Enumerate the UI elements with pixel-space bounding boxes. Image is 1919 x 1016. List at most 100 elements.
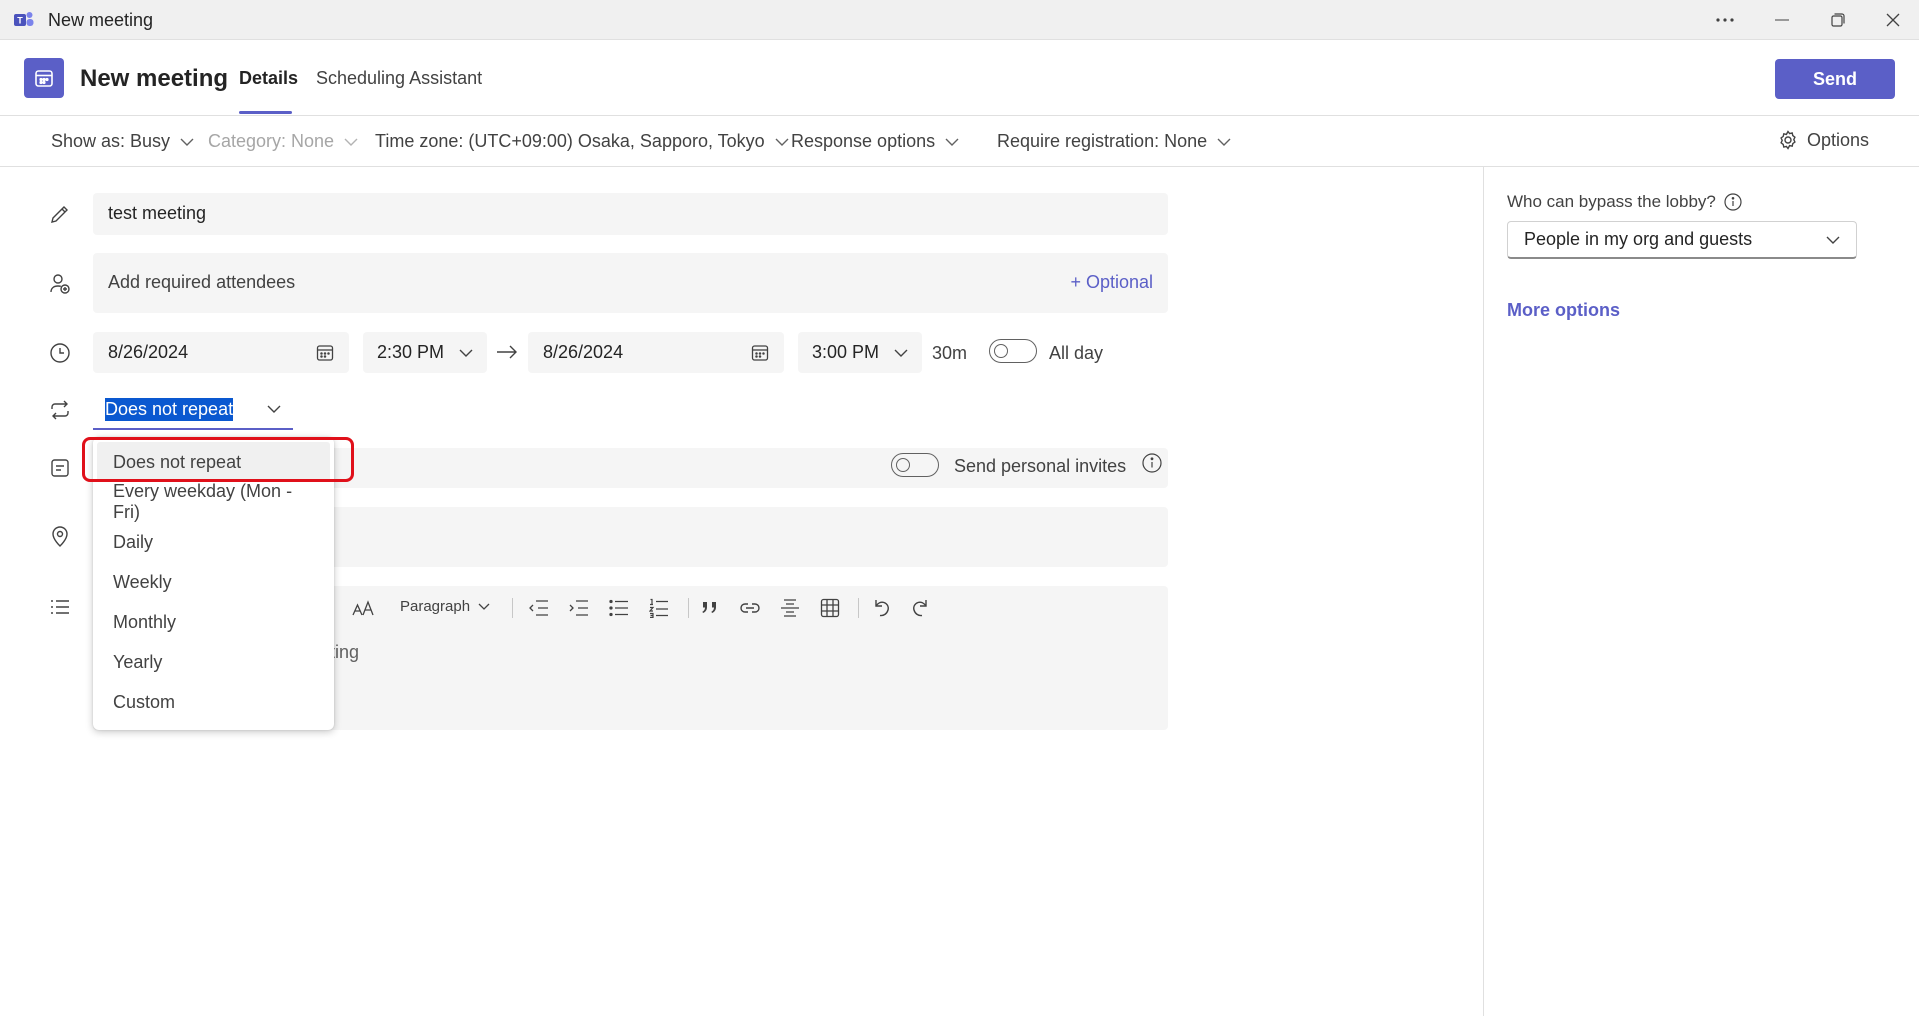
chevron-down-icon (945, 138, 959, 146)
end-time-select[interactable]: 3:00 PM (798, 332, 922, 373)
response-options-label: Response options (791, 131, 936, 151)
lobby-bypass-value: People in my org and guests (1524, 229, 1753, 249)
right-pane-divider (1483, 167, 1484, 1016)
chevron-down-icon (894, 349, 908, 357)
repeat-option-every-weekday[interactable]: Every weekday (Mon - Fri) (93, 481, 334, 522)
show-as-label: Show as: Busy (51, 131, 171, 151)
chevron-down-icon (344, 138, 358, 146)
restore-icon[interactable] (1818, 6, 1858, 34)
font-size-icon[interactable] (352, 596, 376, 620)
repeat-option-custom[interactable]: Custom (93, 682, 334, 722)
outdent-icon[interactable] (527, 596, 551, 620)
duration-label: 30m (932, 343, 968, 363)
svg-text:T: T (17, 16, 23, 26)
title-value: test meeting (108, 203, 207, 223)
lobby-label: Who can bypass the lobby? (1507, 192, 1742, 212)
more-icon[interactable] (1705, 6, 1745, 34)
time-zone-dropdown[interactable]: Time zone: (UTC+09:00) Osaka, Sapporo, T… (375, 131, 789, 152)
calendar-icon[interactable] (316, 344, 334, 362)
numbered-list-icon[interactable] (647, 596, 671, 620)
repeat-select[interactable]: Does not repeat (93, 390, 293, 430)
repeat-icon (48, 398, 72, 422)
chevron-down-icon (267, 405, 281, 413)
repeat-option-daily[interactable]: Daily (93, 522, 334, 562)
end-date-picker[interactable]: 8/26/2024 (528, 332, 784, 373)
horizontal-rule-icon[interactable] (778, 596, 802, 620)
paragraph-style-value: Paragraph (400, 598, 471, 615)
repeat-option-does-not-repeat[interactable]: Does not repeat (97, 442, 330, 482)
personal-invites-toggle[interactable] (891, 453, 939, 477)
all-day-toggle[interactable] (989, 339, 1037, 363)
repeat-option-weekly[interactable]: Weekly (93, 562, 334, 602)
registration-dropdown[interactable]: Require registration: None (997, 131, 1231, 152)
chevron-down-icon (775, 138, 789, 146)
lobby-label-text: Who can bypass the lobby? (1507, 192, 1716, 211)
list-icon (48, 595, 72, 619)
window-titlebar: T New meeting (0, 0, 1919, 40)
info-icon[interactable] (1724, 193, 1742, 211)
attendees-placeholder: Add required attendees (108, 272, 296, 292)
optional-attendees-link[interactable]: + Optional (1070, 272, 1153, 294)
show-as-dropdown[interactable]: Show as: Busy (51, 131, 194, 152)
channel-icon (48, 456, 72, 480)
chevron-down-icon (478, 603, 490, 610)
title-input[interactable]: test meeting (93, 193, 1168, 235)
repeat-option-yearly[interactable]: Yearly (93, 642, 334, 682)
lobby-bypass-select[interactable]: People in my org and guests (1507, 221, 1857, 259)
options-label: Options (1807, 129, 1870, 150)
more-options-link[interactable]: More options (1507, 300, 1620, 321)
end-date-value: 8/26/2024 (543, 342, 624, 362)
time-zone-label: Time zone: (UTC+09:00) Osaka, Sapporo, T… (375, 131, 765, 151)
start-time-value: 2:30 PM (377, 342, 445, 362)
active-tab-indicator (239, 111, 292, 114)
link-icon[interactable] (738, 596, 762, 620)
meeting-options-bar: Show as: Busy Category: None Time zone: … (0, 117, 1919, 167)
calendar-icon (24, 58, 64, 98)
end-time-value: 3:00 PM (812, 342, 880, 362)
repeat-dropdown-menu: Does not repeat Every weekday (Mon - Fri… (93, 437, 334, 730)
tab-scheduling-assistant[interactable]: Scheduling Assistant (316, 68, 482, 89)
undo-icon[interactable] (869, 596, 893, 620)
clock-icon (48, 341, 72, 365)
toolbar-separator (512, 598, 513, 618)
page-title: New meeting (80, 65, 229, 92)
toolbar-separator (858, 598, 859, 618)
arrow-right-icon (496, 345, 518, 359)
quote-icon[interactable] (698, 596, 722, 620)
editor-text: ting (330, 642, 360, 662)
options-button[interactable]: Options (1777, 129, 1869, 151)
indent-icon[interactable] (567, 596, 591, 620)
category-label: Category: None (208, 131, 335, 151)
bulleted-list-icon[interactable] (607, 596, 631, 620)
category-dropdown: Category: None (208, 131, 358, 152)
meeting-header: New meeting Details Scheduling Assistant… (0, 41, 1919, 116)
calendar-icon[interactable] (751, 344, 769, 362)
chevron-down-icon (180, 138, 194, 146)
close-icon[interactable] (1873, 6, 1913, 34)
pencil-icon (48, 202, 72, 226)
location-icon (48, 525, 72, 549)
repeat-option-monthly[interactable]: Monthly (93, 602, 334, 642)
personal-invites-label: Send personal invites (954, 456, 1127, 476)
send-button[interactable]: Send (1775, 59, 1895, 99)
gear-icon (1777, 129, 1799, 151)
paragraph-style-select[interactable]: Paragraph (400, 598, 490, 615)
response-options-dropdown[interactable]: Response options (791, 131, 959, 152)
info-icon[interactable] (1142, 453, 1162, 473)
start-date-picker[interactable]: 8/26/2024 (93, 332, 349, 373)
attendees-input[interactable]: Add required attendees + Optional (93, 253, 1168, 313)
toolbar-separator (688, 598, 689, 618)
chevron-down-icon (1826, 236, 1840, 244)
repeat-selected-value: Does not repeat (105, 397, 234, 421)
chevron-down-icon (459, 349, 473, 357)
redo-icon[interactable] (909, 596, 933, 620)
all-day-label: All day (1049, 343, 1104, 363)
registration-label: Require registration: None (997, 131, 1208, 151)
tab-details[interactable]: Details (239, 68, 298, 89)
minimize-icon[interactable] (1762, 6, 1802, 34)
teams-app-icon: T (14, 11, 34, 29)
start-time-select[interactable]: 2:30 PM (363, 332, 487, 373)
table-icon[interactable] (818, 596, 842, 620)
window-title: New meeting (48, 10, 154, 30)
add-person-icon (48, 272, 72, 296)
